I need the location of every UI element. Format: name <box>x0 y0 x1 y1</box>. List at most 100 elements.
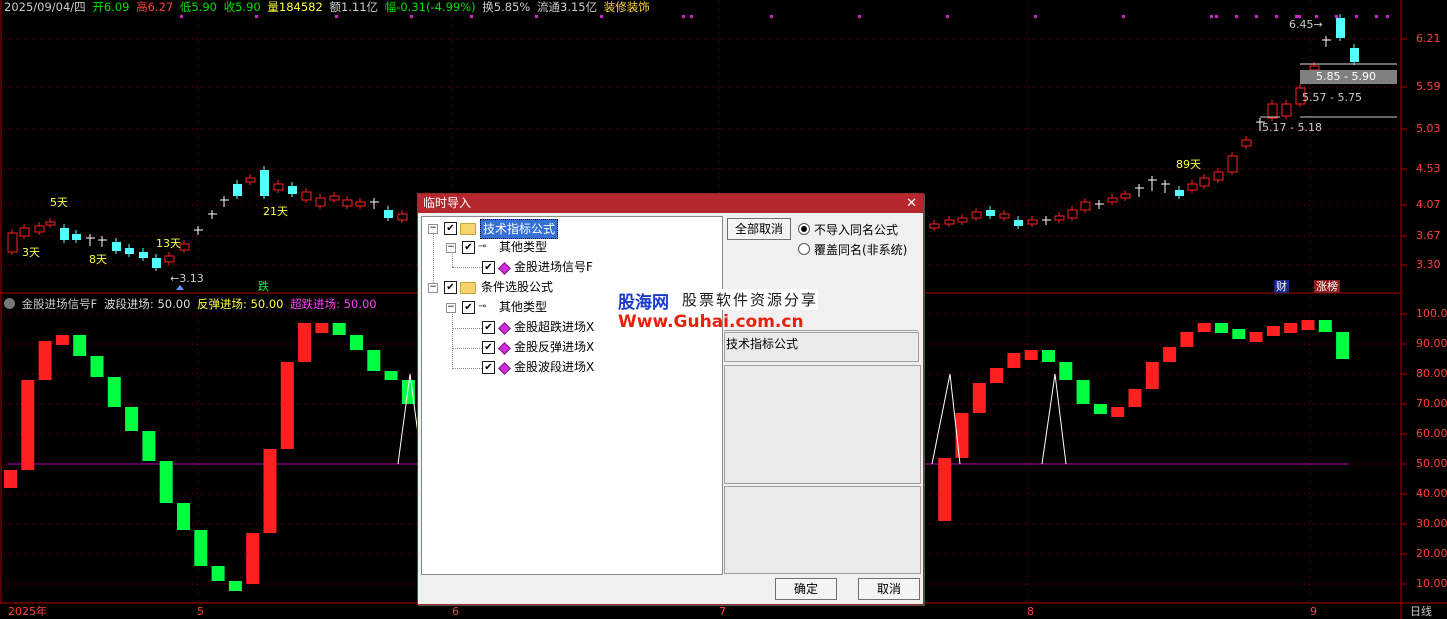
tree-connector <box>452 348 482 349</box>
collapse-icon[interactable]: − <box>428 283 438 293</box>
indicator-bar <box>246 533 260 584</box>
signal-dot <box>1335 15 1338 18</box>
candle-body <box>60 228 69 240</box>
candle-body <box>34 225 45 233</box>
candle-body <box>1199 177 1210 187</box>
low-price-marker: ←3.13 <box>170 272 204 285</box>
close-icon[interactable]: ✕ <box>906 194 917 213</box>
cancel-button[interactable]: 取消 <box>858 578 920 600</box>
radio-no-import-label[interactable]: 不导入同名公式 <box>814 221 898 238</box>
price-tick: 3.67 <box>1416 229 1441 242</box>
candle-body <box>929 223 940 229</box>
quote-volume: 量184582 <box>267 0 323 14</box>
indicator-bar <box>280 362 294 449</box>
radio-overwrite-label[interactable]: 覆盖同名(非系统) <box>814 241 907 258</box>
formula-params-panel[interactable] <box>724 486 921 574</box>
ma-label-8: 8天 <box>89 253 107 266</box>
candle-body <box>1336 18 1345 38</box>
indicator-bar <box>107 377 121 407</box>
import-dialog: 临时导入 ✕ − ✔ 技术指标公式 − ✔ ⊸ 其他类型 ✔ 金股进场信号F −… <box>417 193 924 605</box>
tag-zhangbang[interactable]: 涨榜 <box>1314 280 1340 293</box>
candle-body <box>999 213 1010 219</box>
quote-amount: 额1.11亿 <box>329 0 379 14</box>
price-range-1: 5.85 - 5.90 <box>1316 70 1376 83</box>
tree-node-wave[interactable]: ✔ 金股波段进场X <box>480 358 710 376</box>
signal-dot <box>470 15 473 18</box>
indicator-tick: 30.00 <box>1416 517 1447 530</box>
collapse-icon[interactable]: − <box>446 243 456 253</box>
tree-node-group1[interactable]: − ✔ 技术指标公式 <box>426 219 716 239</box>
signal-dot <box>535 15 538 18</box>
candle-body <box>301 191 312 201</box>
indicator-bar <box>1301 320 1315 330</box>
dialog-titlebar[interactable]: 临时导入 ✕ <box>418 194 923 213</box>
indicator-bar <box>1180 332 1194 347</box>
tree-label-group1: 技术指标公式 <box>480 219 559 239</box>
candle-body <box>164 255 175 263</box>
tree-node-group2[interactable]: − ✔ 条件选股公式 <box>426 278 716 296</box>
price-tick: 5.59 <box>1416 80 1441 93</box>
tag-cai[interactable]: 财 <box>1274 280 1289 293</box>
price-tick: 6.21 <box>1416 32 1441 45</box>
radio-no-import[interactable] <box>798 223 810 235</box>
indicator-bar <box>1093 404 1107 414</box>
folder-icon <box>460 282 476 294</box>
indicator-bar <box>38 341 52 380</box>
indicator-tick: 70.00 <box>1416 397 1447 410</box>
indicator-toggle-icon[interactable] <box>4 298 15 309</box>
collapse-icon[interactable]: − <box>446 303 456 313</box>
candle-body <box>273 183 284 191</box>
ma-label-13: 13天 <box>156 237 181 250</box>
indicator-bar <box>1197 323 1211 332</box>
time-tick: 7 <box>719 605 726 618</box>
tree-connector <box>452 267 482 268</box>
signal-dot <box>946 15 949 18</box>
indicator-bar <box>1232 329 1246 339</box>
indicator-tick: 50.00 <box>1416 457 1447 470</box>
indicator-bar <box>367 350 381 371</box>
indicator-bar <box>125 407 139 431</box>
price-tick: 4.07 <box>1416 198 1441 211</box>
cancel-all-button[interactable]: 全部取消 <box>727 218 791 240</box>
formula-tree[interactable]: − ✔ 技术指标公式 − ✔ ⊸ 其他类型 ✔ 金股进场信号F − ✔ 条件选股… <box>421 216 723 575</box>
indicator-header: 金股进场信号F 波段进场: 50.00 反弹进场: 50.00 超跌进场: 50… <box>4 297 380 311</box>
formula-description-panel[interactable] <box>724 365 921 484</box>
collapse-icon[interactable]: − <box>428 224 438 234</box>
candle-body <box>19 227 30 237</box>
checkbox-rebound[interactable]: ✔ <box>482 341 495 354</box>
indicator-bar <box>1007 353 1021 368</box>
candle-body <box>1281 103 1292 117</box>
checkbox-oversold[interactable]: ✔ <box>482 321 495 334</box>
price-range-3: 5.17 - 5.18 <box>1262 121 1322 134</box>
indicator-tick: 20.00 <box>1416 547 1447 560</box>
rebound-spike <box>1041 373 1067 465</box>
checkbox-group2-sub[interactable]: ✔ <box>462 301 475 314</box>
radio-overwrite[interactable] <box>798 243 810 255</box>
checkbox-group1-sub[interactable]: ✔ <box>462 241 475 254</box>
candle-body <box>1350 48 1359 62</box>
checkbox-wave[interactable]: ✔ <box>482 361 495 374</box>
checkbox-group1[interactable]: ✔ <box>444 222 457 235</box>
ok-button[interactable]: 确定 <box>775 578 837 600</box>
period-label[interactable]: 日线 <box>1410 606 1432 618</box>
candle-body <box>1054 215 1065 221</box>
tag-die[interactable]: 跌 <box>256 280 271 293</box>
signal-dot <box>1255 15 1258 18</box>
checkbox-formula-f[interactable]: ✔ <box>482 261 495 274</box>
candle-body <box>355 201 366 207</box>
formula-info-type: 技术指标公式 <box>726 337 799 351</box>
tree-node-formula-f[interactable]: ✔ 金股进场信号F <box>480 258 710 276</box>
signal-dot <box>1275 15 1278 18</box>
signal-dot <box>1034 15 1037 18</box>
indicator-bar <box>315 323 329 333</box>
tree-node-group1-sub[interactable]: − ✔ ⊸ 其他类型 <box>444 238 714 256</box>
quote-low: 低5.90 <box>179 0 217 14</box>
watermark-slogan: 股票软件资源分享 <box>682 289 819 310</box>
tree-node-rebound[interactable]: ✔ 金股反弹进场X <box>480 338 710 356</box>
time-tick: 2025年 <box>8 605 47 618</box>
candle-body <box>397 213 408 221</box>
watermark-url: Www.Guhai.com.cn <box>618 312 804 332</box>
checkbox-group2[interactable]: ✔ <box>444 281 457 294</box>
tree-connector <box>452 368 482 369</box>
quote-header: 2025/09/04/四 开6.09 高6.27 低5.90 收5.90 量18… <box>4 0 653 14</box>
